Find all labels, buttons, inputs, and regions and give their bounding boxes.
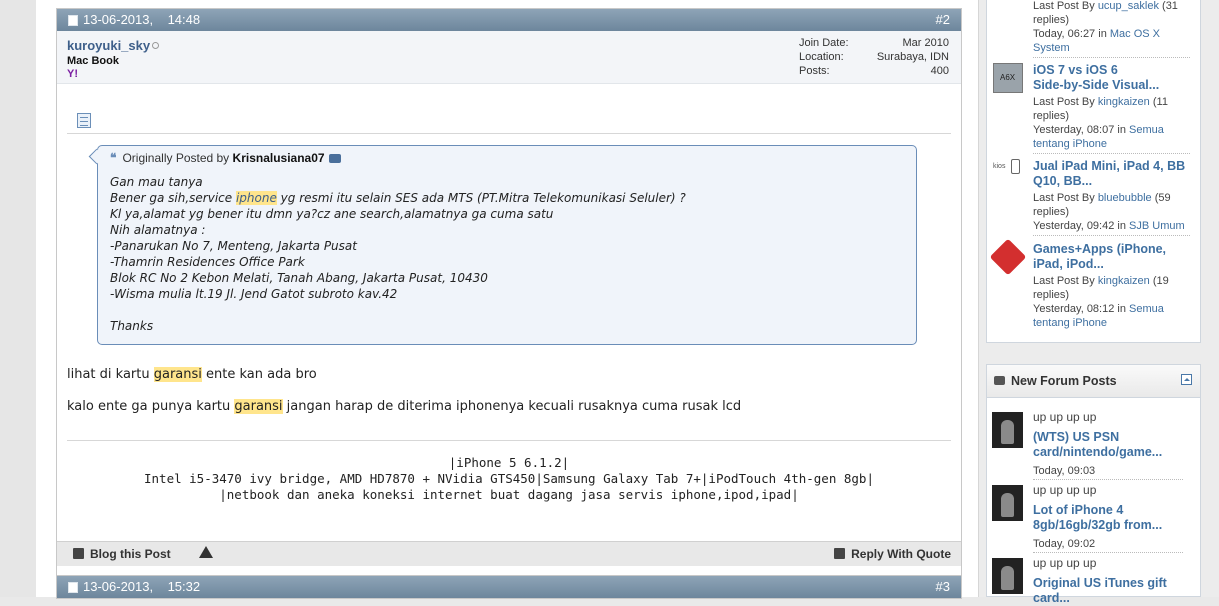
message-icon [77,113,91,128]
last-poster-link[interactable]: kingkaizen [1098,96,1150,108]
left-gutter [0,0,36,597]
join-date-value: Mar 2010 [902,37,949,49]
search-highlight: iphone [235,191,277,205]
quote-icon: ❝ [110,151,117,165]
avatar[interactable] [992,412,1023,448]
post-header: 13-06-2013, 14:48 #2 [57,9,961,31]
post-date: 13-06-2013, 14:48 [83,12,201,27]
related-threads-box: Last Post By ucup_saklek (31 replies) To… [986,0,1201,343]
forum-link[interactable]: SJB Umum [1129,220,1185,232]
forum-link[interactable]: Semua [1129,303,1164,315]
reply-quote-icon [834,548,846,559]
forum-link[interactable]: tentang iPhone [1033,138,1107,150]
post-number-link[interactable]: #2 [936,9,950,31]
blog-this-post-button[interactable]: Blog this Post [73,547,171,561]
post-icon [68,582,78,593]
collapse-icon[interactable] [1181,374,1192,385]
thread-thumbnail[interactable]: A6X [993,63,1023,93]
search-highlight: garansi [153,367,202,382]
username-link[interactable]: kuroyuki_sky [67,38,150,53]
quote-header: ❝ Originally Posted by Krisnalusiana07 [110,151,341,165]
forum-link[interactable]: System [1033,42,1070,54]
forum-link[interactable]: tentang iPhone [1033,317,1107,329]
last-poster-link[interactable]: ucup_saklek [1098,0,1159,12]
thread-thumbnail[interactable]: kios [993,159,1023,189]
join-date-label: Join Date: [799,37,849,49]
reply-with-quote-button[interactable]: Reply With Quote [834,547,951,561]
forum-post-title-link[interactable]: (WTS) US PSN card/nintendo/game... [1033,430,1162,460]
avatar[interactable] [992,558,1023,594]
signature-separator [67,440,951,441]
report-post-icon[interactable] [199,546,213,558]
location-value: Surabaya, IDN [876,51,949,63]
user-info-bar: kuroyuki_sky Mac Book Y! Join Date: Mar 2… [57,31,961,84]
view-post-icon[interactable] [328,154,341,164]
chat-icon [994,376,1005,385]
last-poster-link[interactable]: kingkaizen [1098,275,1150,287]
signature: |iPhone 5 6.1.2| Intel i5-3470 ivy bridg… [144,455,874,502]
post-message-line-2: kalo ente ga punya kartu garansi jangan … [67,399,742,414]
user-stats: Join Date: Mar 2010 Location: Surabaya, ID… [799,37,949,79]
post-message-line-1: lihat di kartu garansi ente kan ada bro [67,367,317,382]
post-number-link[interactable]: #3 [936,576,950,598]
post-3: 13-06-2013, 15:32 #3 [56,575,962,599]
quote-text: Gan mau tanya Bener ga sih,service iphon… [110,175,686,333]
blog-icon [73,548,84,559]
yahoo-icon[interactable]: Y! [67,68,78,80]
forum-link[interactable]: Semua [1129,124,1164,136]
post-header: 13-06-2013, 15:32 #3 [57,576,961,598]
offline-status-icon [152,42,159,49]
search-highlight: garansi [234,399,283,414]
posts-label: Posts: [799,65,830,77]
quote-author: Krisnalusiana07 [232,151,325,165]
thread-title-link[interactable]: iOS 7 vs iOS 6 Side-by-Side Visual... [1033,63,1159,93]
thread-thumbnail[interactable] [989,238,1027,276]
forum-post-title-link[interactable]: Lot of iPhone 4 8gb/16gb/32gb from... [1033,503,1162,533]
avatar[interactable] [992,485,1023,521]
thread-title-link[interactable]: Jual iPad Mini, iPad 4, BB Q10, BB... [1033,159,1185,189]
location-label: Location: [799,51,844,63]
new-forum-posts-list: up up up up (WTS) US PSN card/nintendo/ga… [986,398,1201,605]
quote-box: ❝ Originally Posted by Krisnalusiana07 Ga… [88,145,917,345]
title-separator [67,133,951,134]
post-date: 13-06-2013, 15:32 [83,579,201,594]
forum-post-title-link[interactable]: Original US iTunes gift card... [1033,576,1167,606]
forum-link[interactable]: Mac OS X [1110,28,1160,40]
post-2: 13-06-2013, 14:48 #2 kuroyuki_sky Mac Bo… [56,8,962,580]
thread-title-link[interactable]: Games+Apps (iPhone, iPad, iPod... [1033,242,1166,272]
new-forum-posts-title: New Forum Posts [1011,374,1117,388]
post-footer: Blog this Post Reply With Quote [57,541,961,566]
post-icon [68,15,78,26]
user-title: Mac Book [67,55,119,67]
last-poster-link[interactable]: bluebubble [1098,192,1152,204]
new-forum-posts-header: New Forum Posts [986,364,1201,398]
posts-value: 400 [930,65,949,77]
